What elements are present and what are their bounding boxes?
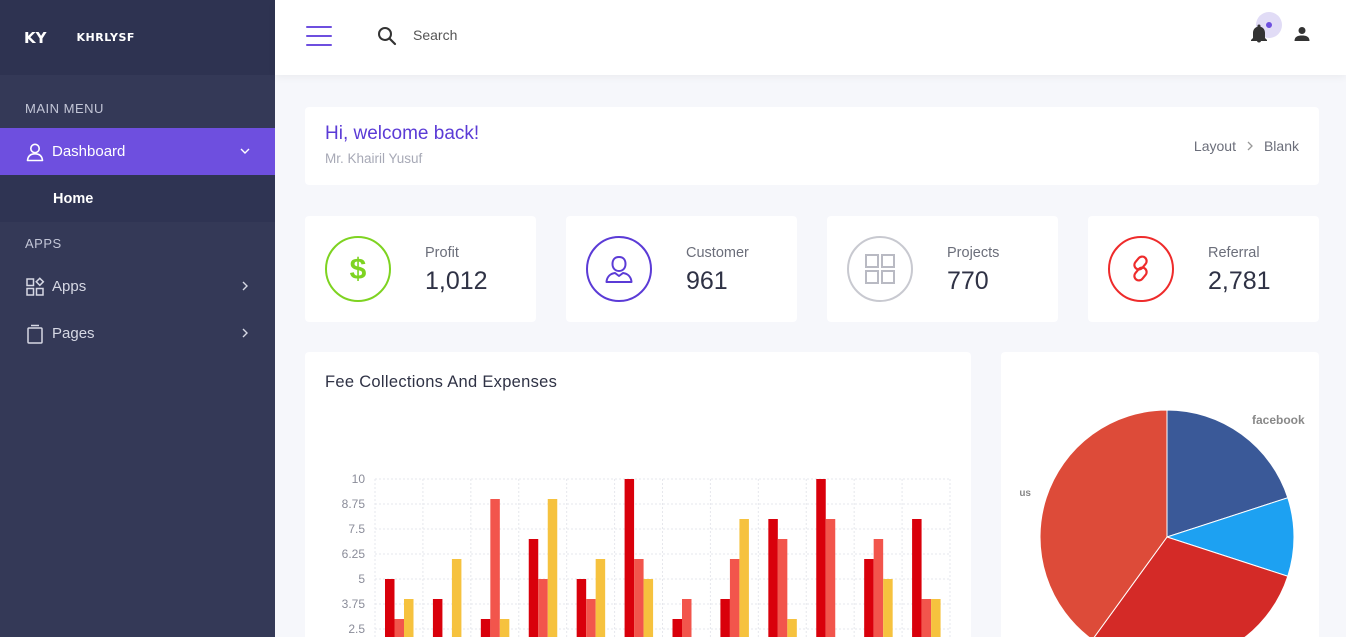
- y-tick-label: 2.5: [348, 622, 365, 636]
- bar: [576, 579, 587, 637]
- link-icon: [1108, 236, 1174, 302]
- bar: [931, 599, 941, 637]
- search-input[interactable]: Search: [413, 27, 457, 43]
- sidebar-item-label: Dashboard: [52, 143, 126, 160]
- stat-card-projects: Projects 770: [827, 216, 1058, 322]
- top-header: Search: [275, 0, 1346, 75]
- bar: [634, 559, 644, 637]
- brand-logo: KY: [24, 28, 47, 47]
- bar: [490, 499, 500, 637]
- y-tick-label: 3.75: [342, 597, 366, 611]
- pages-icon: [25, 324, 45, 344]
- bar: [720, 599, 730, 637]
- breadcrumb-item[interactable]: Layout: [1194, 138, 1236, 154]
- y-tick-label: 10: [352, 472, 366, 486]
- y-tick-label: 5: [358, 572, 365, 586]
- chevron-down-icon: [239, 144, 251, 161]
- pie-chart: facebook us: [1019, 409, 1305, 637]
- stat-value: 961: [686, 267, 728, 295]
- apps-icon: [25, 276, 45, 297]
- chevron-right-icon: [239, 326, 251, 343]
- svg-text:$: $: [350, 253, 367, 286]
- bar: [404, 599, 414, 637]
- bar: [825, 519, 836, 637]
- bar: [528, 539, 539, 637]
- sidebar-item-label: Apps: [52, 278, 87, 295]
- stat-label: Customer: [686, 245, 749, 261]
- fee-chart-card: Fee Collections And Expenses 10 8.75 7.5 6.…: [305, 352, 971, 637]
- stat-label: Projects: [947, 245, 1000, 261]
- breadcrumb-item[interactable]: Blank: [1264, 138, 1299, 154]
- stat-card-customer: Customer 961: [566, 216, 797, 322]
- bar: [672, 619, 682, 637]
- bar: [538, 579, 548, 637]
- bar: [739, 519, 749, 637]
- bar: [787, 619, 797, 637]
- user-icon: [25, 142, 45, 162]
- stat-label: Referral: [1208, 245, 1260, 261]
- bar: [432, 599, 443, 637]
- account-icon[interactable]: [1293, 25, 1311, 48]
- bar: [729, 559, 740, 637]
- y-tick-label: 7.5: [348, 522, 365, 536]
- sidebar-item-label: Pages: [52, 325, 95, 342]
- bar: [595, 559, 606, 637]
- bar: [385, 579, 395, 637]
- bar: [777, 539, 788, 637]
- apps-heading: APPS: [25, 236, 62, 251]
- stat-value: 770: [947, 267, 989, 295]
- bar: [643, 579, 654, 637]
- pie-label: facebook: [1252, 413, 1305, 427]
- sidebar: KY KHRLYSF MAIN MENU Dashboard Home APPS…: [0, 0, 275, 637]
- search-icon[interactable]: [376, 25, 398, 52]
- stat-card-referral: Referral 2,781: [1088, 216, 1319, 322]
- bar: [480, 619, 491, 637]
- bar: [912, 519, 922, 637]
- main-menu-heading: MAIN MENU: [25, 101, 104, 116]
- stat-label: Profit: [425, 245, 459, 261]
- welcome-card: Hi, welcome back! Mr. Khairil Yusuf Layo…: [305, 107, 1319, 185]
- brand-name: KHRLYSF: [76, 31, 135, 44]
- bar: [816, 479, 826, 637]
- grid-icon: [847, 236, 913, 302]
- hamburger-menu-icon[interactable]: [306, 26, 332, 46]
- stat-card-profit: $ Profit 1,012: [305, 216, 536, 322]
- welcome-title: Hi, welcome back!: [325, 123, 480, 144]
- stat-value: 2,781: [1208, 267, 1271, 295]
- bar-chart: 10 8.75 7.5 6.25 5 3.75 2.5: [342, 472, 951, 637]
- bell-icon[interactable]: [1247, 22, 1271, 46]
- bar: [586, 599, 596, 637]
- pie-chart-card: facebook us: [1001, 352, 1319, 637]
- bar: [624, 479, 635, 637]
- chevron-right-icon: [239, 279, 251, 296]
- y-tick-label: 8.75: [342, 497, 366, 511]
- y-tick-label: 6.25: [342, 547, 366, 561]
- stat-value: 1,012: [425, 267, 488, 295]
- sidebar-item-apps[interactable]: Apps: [0, 263, 275, 310]
- sidebar-item-pages[interactable]: Pages: [0, 310, 275, 357]
- bar: [921, 599, 932, 637]
- welcome-subtitle: Mr. Khairil Yusuf: [325, 151, 423, 166]
- user-icon: [586, 236, 652, 302]
- chevron-right-icon: [1245, 140, 1255, 152]
- sidebar-subitem-home[interactable]: Home: [0, 175, 275, 222]
- bar: [451, 559, 462, 637]
- bar: [394, 619, 404, 637]
- bar: [547, 499, 558, 637]
- pie-label: us: [1019, 488, 1031, 499]
- bar: [499, 619, 510, 637]
- bar: [883, 579, 893, 637]
- breadcrumb: Layout Blank: [1194, 138, 1299, 154]
- brand[interactable]: KY KHRLYSF: [0, 0, 275, 75]
- dollar-icon: $: [325, 236, 391, 302]
- bar: [768, 519, 778, 637]
- bar: [682, 599, 692, 637]
- bar: [873, 539, 884, 637]
- bar: [864, 559, 874, 637]
- sidebar-item-dashboard[interactable]: Dashboard: [0, 128, 275, 175]
